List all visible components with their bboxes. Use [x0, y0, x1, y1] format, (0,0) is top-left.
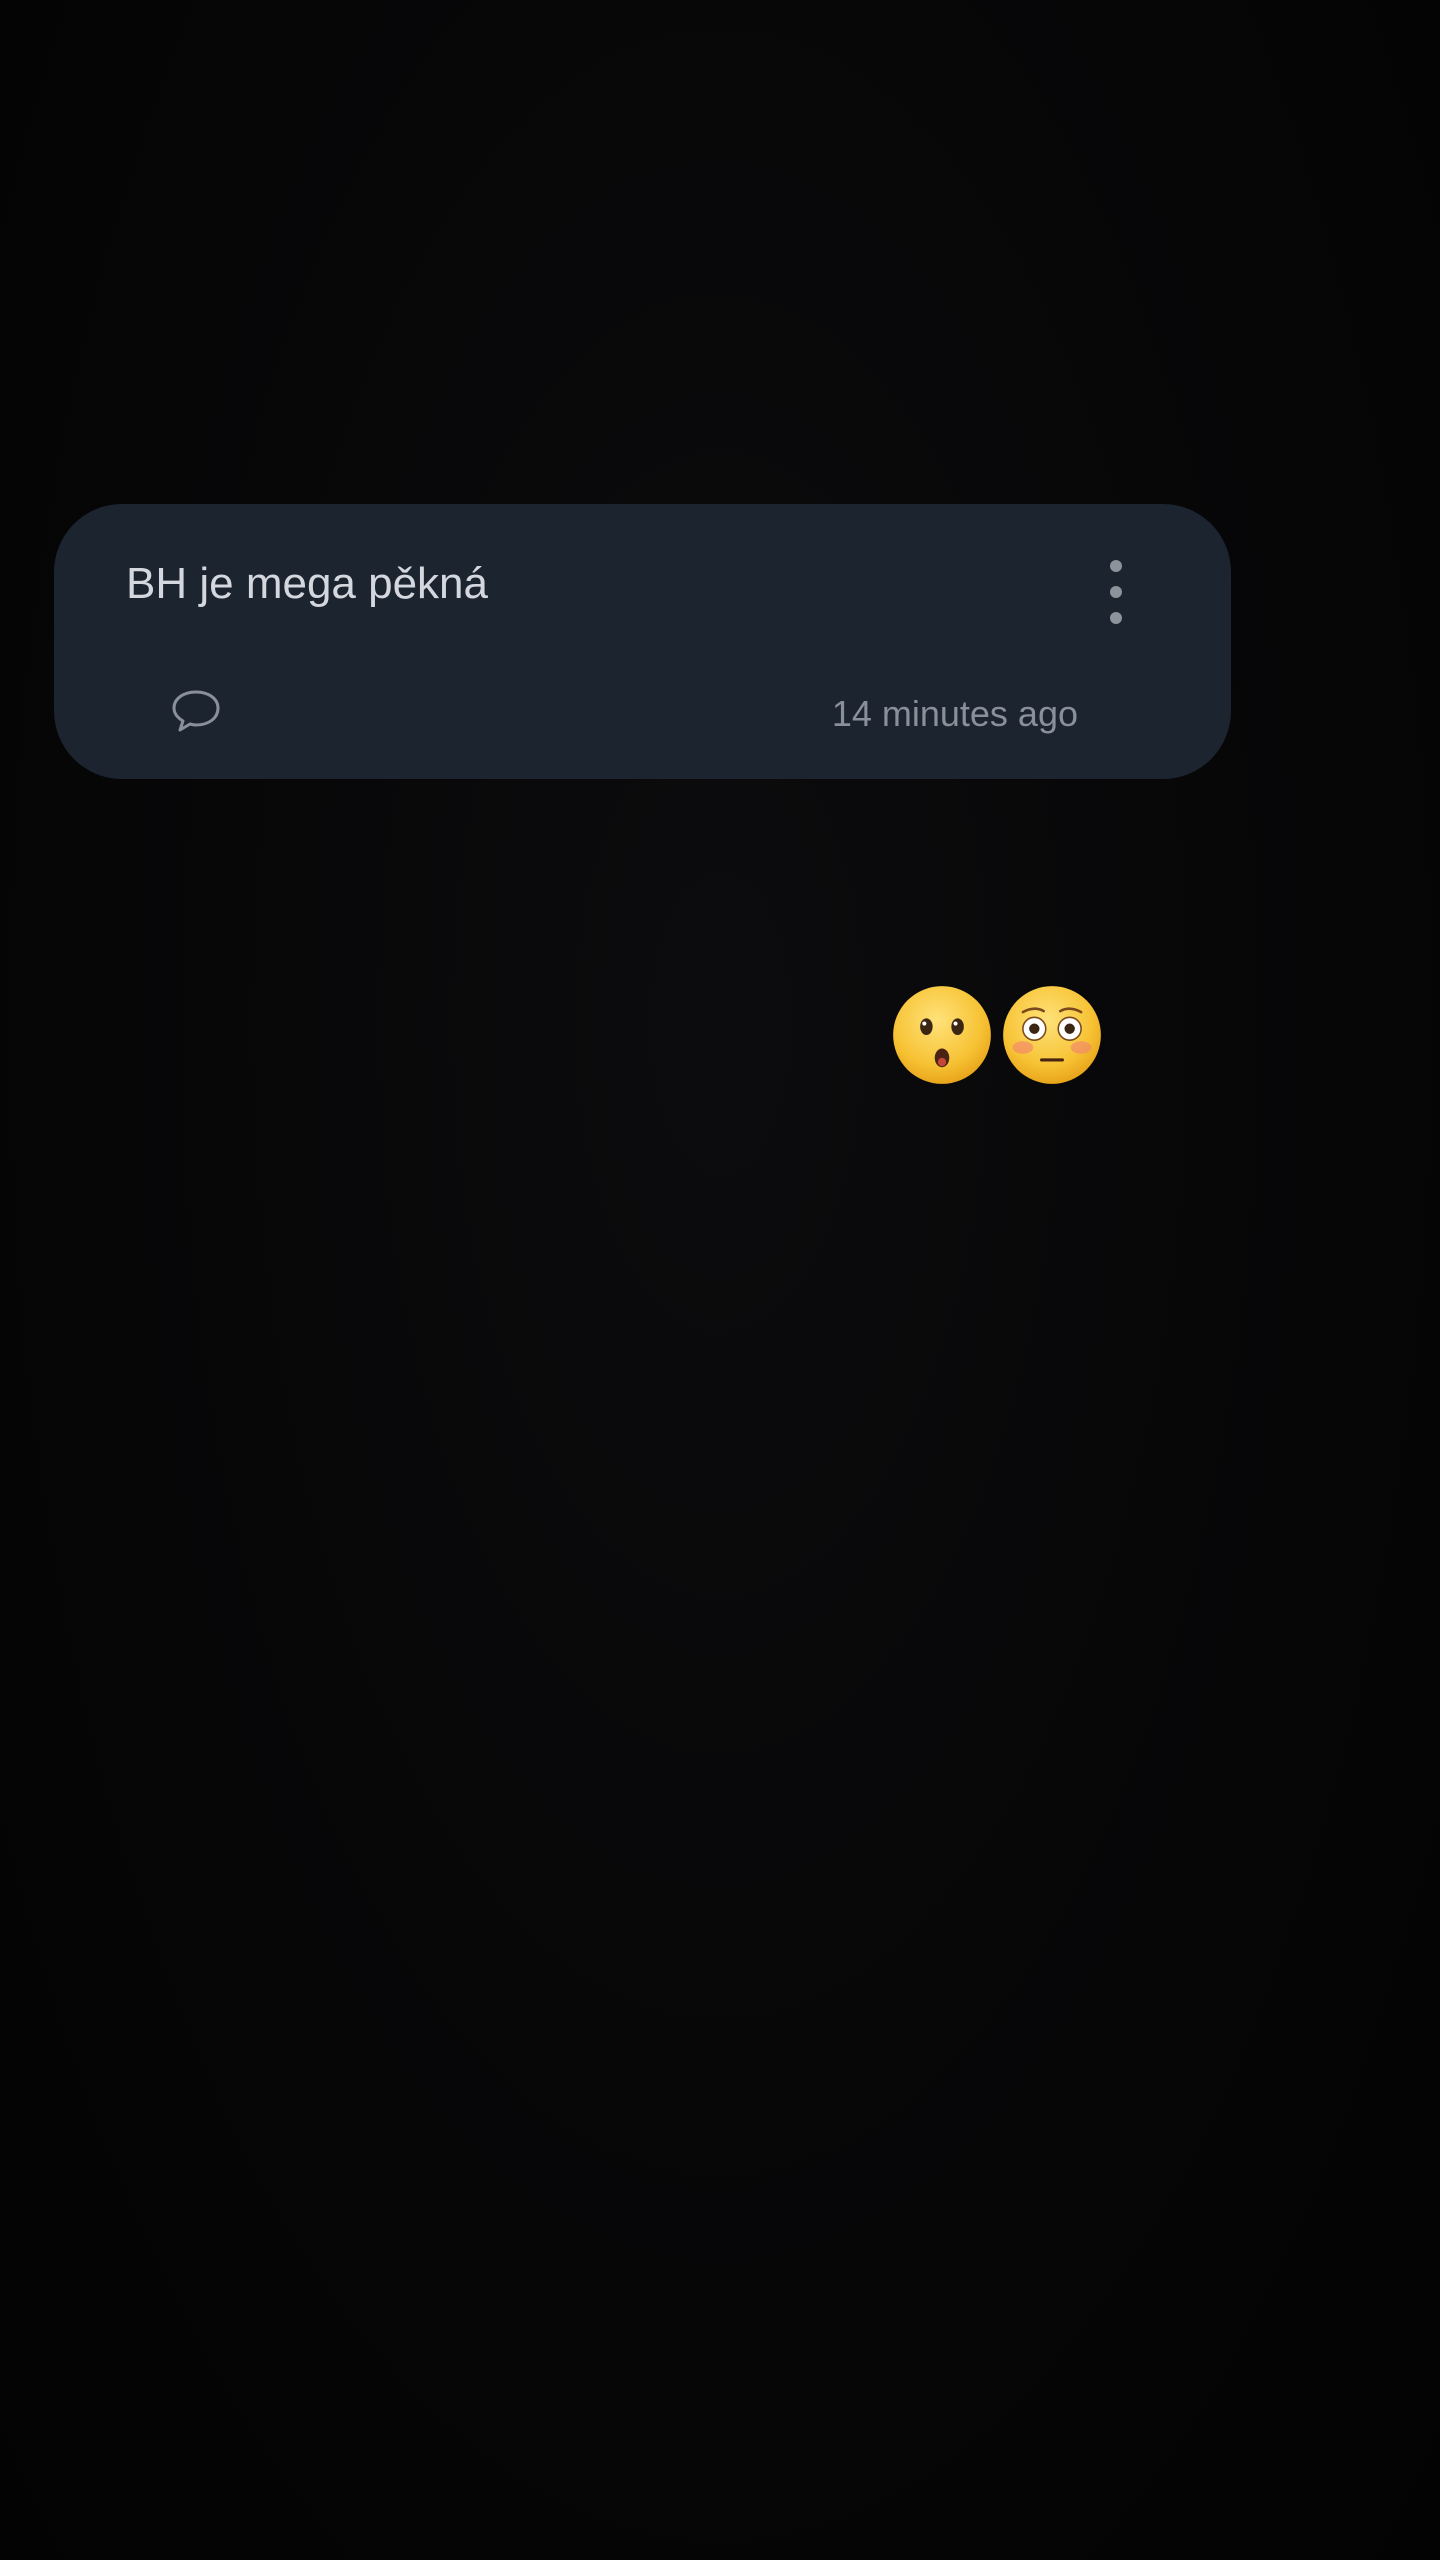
screen-background: BH je mega pěkná 14 minutes ago: [0, 0, 1440, 2560]
more-options-button[interactable]: [1101, 560, 1131, 624]
memo-title: BH je mega pěkná: [126, 559, 488, 608]
hushed-face-emoji: [893, 986, 991, 1084]
more-vertical-icon-dot: [1110, 612, 1122, 624]
more-vertical-icon-dot: [1110, 586, 1122, 598]
flushed-face-emoji: [1003, 986, 1101, 1084]
comment-icon: [172, 690, 220, 732]
timestamp: 14 minutes ago: [831, 693, 1078, 734]
emoji-reactions: [890, 975, 1104, 1095]
memo-card[interactable]: BH je mega pěkná 14 minutes ago: [54, 504, 1231, 779]
more-vertical-icon: [1110, 560, 1122, 572]
comment-button[interactable]: [170, 688, 222, 734]
